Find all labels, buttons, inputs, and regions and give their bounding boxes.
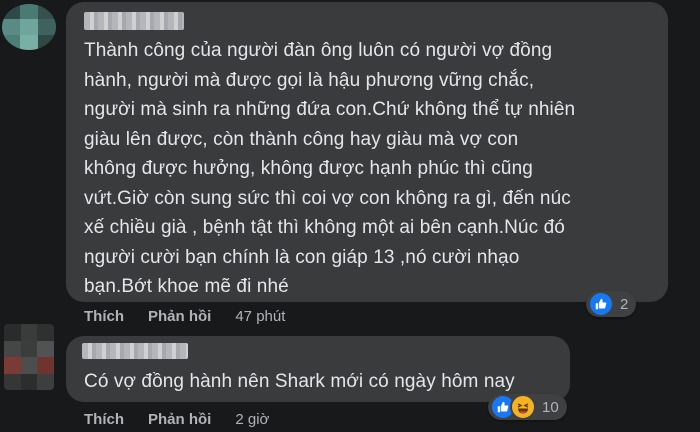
reaction-count: 2 [620,295,629,313]
reaction-summary[interactable]: 10 [488,394,567,420]
reaction-summary[interactable]: 2 [586,291,637,317]
comment-timestamp[interactable]: 2 giờ [235,411,269,428]
like-link[interactable]: Thích [84,308,124,325]
reply-link[interactable]: Phản hồi [148,308,211,325]
like-icon [588,291,614,317]
comment-actions: Thích Phản hồi 2 giờ [84,411,269,428]
commenter-name-redacted[interactable] [84,12,184,30]
reply-link[interactable]: Phản hồi [148,411,211,428]
commenter-name-redacted[interactable] [82,343,188,359]
comment-text: Có vợ đồng hành nên Shark mới có ngày hô… [84,371,515,392]
reaction-count: 10 [542,398,559,416]
like-link[interactable]: Thích [84,411,124,428]
commenter-avatar[interactable] [4,324,54,390]
haha-icon [510,394,536,420]
comment-timestamp[interactable]: 47 phút [235,308,285,325]
comment-text: Thành công của người đàn ông luôn có ngư… [84,40,576,297]
commenter-avatar[interactable] [2,4,56,50]
comment-actions: Thích Phản hồi 47 phút [84,308,285,325]
